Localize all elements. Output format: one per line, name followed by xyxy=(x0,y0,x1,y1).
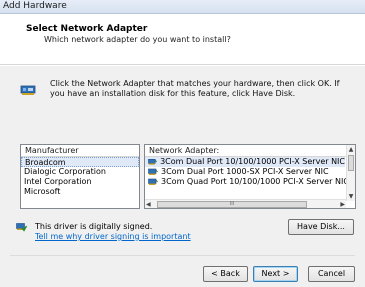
manufacturer-header: Manufacturer xyxy=(21,145,139,157)
driver-signing-link[interactable]: Tell me why driver signing is important xyxy=(35,232,191,241)
manufacturer-item[interactable]: Broadcom xyxy=(21,157,139,167)
adapter-item[interactable]: 3Com Dual Port 1000-SX PCI-X Server NIC xyxy=(145,167,355,177)
signature-status: This driver is digitally signed. xyxy=(35,222,153,231)
back-button[interactable]: < Back xyxy=(203,266,248,282)
network-adapter-icon xyxy=(20,85,36,95)
adapter-vertical-scrollbar[interactable]: ▲ ▼ xyxy=(346,145,355,201)
adapter-icon xyxy=(148,159,157,165)
adapter-item-label: 3Com Dual Port 1000-SX PCI-X Server NIC xyxy=(161,167,329,176)
adapter-icon xyxy=(148,178,158,185)
vertical-scroll-thumb[interactable] xyxy=(348,155,354,171)
signed-driver-icon xyxy=(16,223,27,232)
scroll-left-arrow-icon[interactable]: ◀ xyxy=(146,200,151,209)
manufacturer-item[interactable]: Microsoft xyxy=(21,187,139,197)
scroll-down-arrow-icon[interactable]: ▼ xyxy=(347,192,355,201)
scroll-right-arrow-icon[interactable]: ▶ xyxy=(340,200,345,209)
cancel-button[interactable]: Cancel xyxy=(308,266,355,282)
adapter-horizontal-scrollbar[interactable]: ◀ III ▶ xyxy=(145,199,346,208)
adapter-item[interactable]: 3Com Quad Port 10/100/1000 PCI-X Server … xyxy=(145,177,355,187)
manufacturer-list[interactable]: Manufacturer Broadcom Dialogic Corporati… xyxy=(20,144,140,209)
adapter-header: Network Adapter: xyxy=(145,145,355,157)
adapter-icon xyxy=(148,168,158,175)
adapter-item[interactable]: 3Com Dual Port 10/100/1000 PCI-X Server … xyxy=(145,157,345,167)
network-adapter-list[interactable]: Network Adapter: 3Com Dual Port 10/100/1… xyxy=(144,144,356,209)
instruction-text: Click the Network Adapter that matches y… xyxy=(50,79,340,98)
have-disk-button[interactable]: Have Disk... xyxy=(288,219,354,235)
wizard-header: Select Network Adapter Which network ada… xyxy=(0,14,365,65)
scroll-thumb-grip: III xyxy=(229,201,235,207)
adapter-item-label: 3Com Quad Port 10/100/1000 PCI-X Server … xyxy=(161,177,349,186)
manufacturer-item[interactable]: Dialogic Corporation xyxy=(21,167,139,177)
horizontal-scroll-thumb[interactable]: III xyxy=(157,201,307,208)
next-button[interactable]: Next > xyxy=(253,266,298,282)
window-title: Add Hardware xyxy=(3,1,67,11)
title-bar: Add Hardware xyxy=(0,0,365,14)
adapter-item-label: 3Com Dual Port 10/100/1000 PCI-X Server … xyxy=(160,157,345,166)
manufacturer-item[interactable]: Intel Corporation xyxy=(21,177,139,187)
separator xyxy=(10,255,355,256)
page-title: Select Network Adapter xyxy=(26,24,148,34)
scroll-up-arrow-icon[interactable]: ▲ xyxy=(347,145,355,154)
page-subtitle: Which network adapter do you want to ins… xyxy=(44,35,231,44)
